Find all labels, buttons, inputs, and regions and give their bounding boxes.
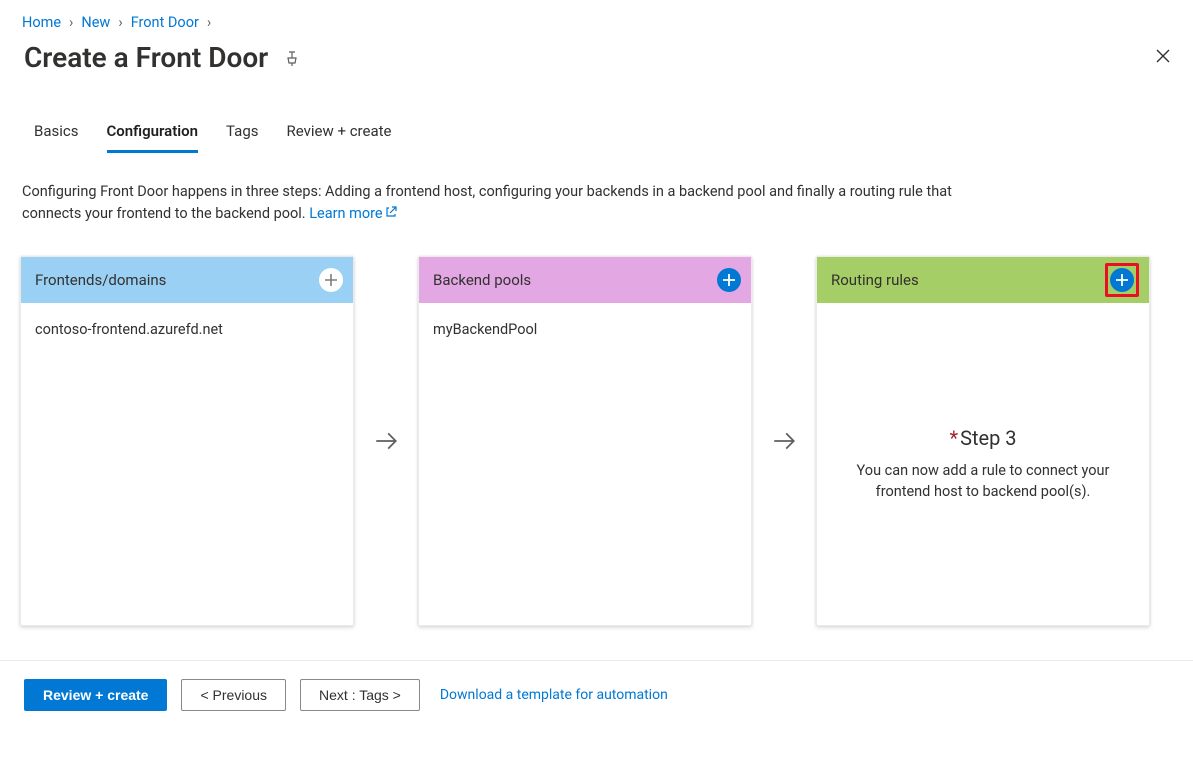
- download-template-link[interactable]: Download a template for automation: [440, 687, 668, 703]
- page-title: Create a Front Door: [24, 41, 268, 74]
- chevron-right-icon: ›: [118, 14, 122, 31]
- previous-button[interactable]: < Previous: [181, 679, 286, 711]
- breadcrumb: Home › New › Front Door ›: [20, 10, 1173, 41]
- learn-more-link[interactable]: Learn more: [309, 203, 396, 225]
- chevron-right-icon: ›: [207, 14, 211, 31]
- card-routing: Routing rules *Step 3 You can now add a …: [816, 256, 1150, 626]
- card-frontends-header: Frontends/domains: [21, 257, 353, 303]
- breadcrumb-new[interactable]: New: [81, 14, 110, 31]
- chevron-right-icon: ›: [69, 14, 73, 31]
- tab-basics[interactable]: Basics: [34, 122, 79, 153]
- add-routing-button[interactable]: [1110, 268, 1134, 292]
- footer-bar: Review + create < Previous Next : Tags >…: [20, 661, 1173, 729]
- external-link-icon: [385, 203, 397, 225]
- card-routing-header: Routing rules: [817, 257, 1149, 303]
- card-frontends: Frontends/domains contoso-frontend.azure…: [20, 256, 354, 626]
- card-frontends-title: Frontends/domains: [35, 271, 166, 289]
- close-icon[interactable]: [1155, 48, 1171, 68]
- breadcrumb-home[interactable]: Home: [22, 14, 61, 31]
- add-routing-highlight: [1105, 263, 1139, 297]
- tab-tags[interactable]: Tags: [226, 122, 258, 153]
- breadcrumb-frontdoor[interactable]: Front Door: [131, 14, 199, 31]
- tab-review-create[interactable]: Review + create: [287, 122, 392, 153]
- add-frontend-button[interactable]: [319, 268, 343, 292]
- next-button[interactable]: Next : Tags >: [300, 679, 420, 711]
- tab-bar: Basics Configuration Tags Review + creat…: [34, 122, 1173, 153]
- intro-body: Configuring Front Door happens in three …: [22, 183, 952, 222]
- arrow-right-icon: [354, 256, 418, 626]
- card-backends-title: Backend pools: [433, 271, 531, 289]
- config-cards: Frontends/domains contoso-frontend.azure…: [20, 256, 1173, 626]
- pin-icon[interactable]: [284, 51, 300, 71]
- card-routing-title: Routing rules: [831, 271, 919, 289]
- arrow-right-icon: [752, 256, 816, 626]
- backend-item[interactable]: myBackendPool: [433, 321, 737, 338]
- add-backend-button[interactable]: [717, 268, 741, 292]
- review-create-button[interactable]: Review + create: [24, 679, 167, 711]
- intro-text: Configuring Front Door happens in three …: [22, 181, 952, 226]
- routing-step-title: *Step 3: [949, 426, 1016, 450]
- frontend-item[interactable]: contoso-frontend.azurefd.net: [35, 321, 339, 338]
- card-backends-header: Backend pools: [419, 257, 751, 303]
- tab-configuration[interactable]: Configuration: [107, 122, 199, 153]
- routing-step-text: You can now add a rule to connect your f…: [837, 460, 1129, 502]
- required-asterisk-icon: *: [949, 426, 958, 450]
- card-backends: Backend pools myBackendPool: [418, 256, 752, 626]
